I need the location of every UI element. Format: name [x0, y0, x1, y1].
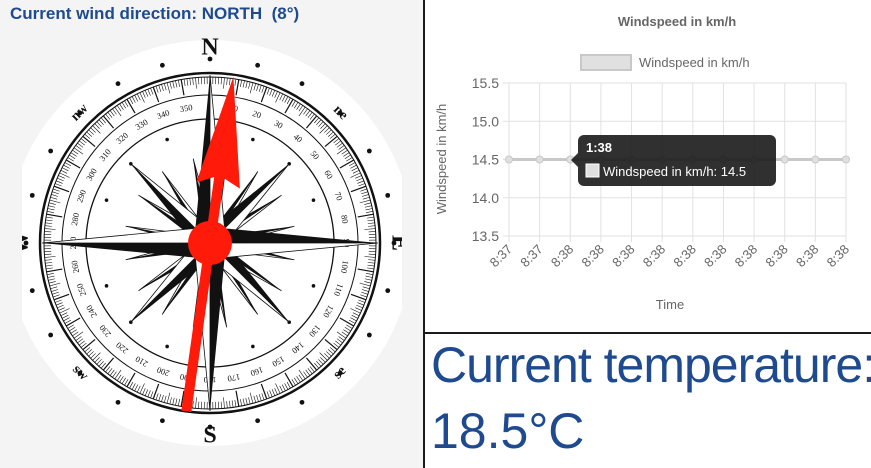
y-tick-label: 14.0	[472, 190, 499, 206]
compass-dot	[159, 418, 165, 424]
chart-tooltip: 1:38 Windspeed in km/h: 14.5	[571, 135, 776, 186]
data-point[interactable]	[842, 155, 850, 164]
x-axis-label: Time	[656, 297, 684, 312]
x-tick-label: 8:38	[793, 242, 822, 271]
compass-inner-dot	[104, 198, 109, 202]
cardinal-south: S	[203, 423, 216, 449]
compass-dot	[159, 62, 165, 68]
y-tick-label: 13.5	[472, 228, 499, 244]
legend-label: Windspeed in km/h	[639, 55, 750, 70]
x-axis-ticks: 8:37 8:37 8:38 8:38 8:38 8:38 8:38 8:38 8:38 8:38…	[487, 242, 853, 271]
compass-dot	[385, 288, 391, 294]
degree-label: 80	[339, 214, 350, 224]
compass-dot	[385, 192, 391, 198]
compass-dot	[366, 332, 372, 338]
cardinal-east: E	[386, 235, 402, 251]
compass-inner-dot	[165, 344, 169, 349]
data-point[interactable]	[535, 155, 544, 164]
x-tick-label: 8:38	[701, 242, 730, 271]
x-tick-label: 8:38	[609, 242, 638, 271]
tooltip-title: 1:38	[586, 140, 612, 155]
compass-dot	[115, 81, 121, 87]
compass-dot	[299, 81, 305, 87]
cardinal-north: N	[201, 36, 219, 61]
x-tick-label: 8:38	[762, 242, 791, 271]
y-tick-label: 14.5	[472, 152, 499, 168]
x-tick-label: 8:38	[670, 242, 699, 271]
compass-dot	[255, 62, 261, 68]
compass-dot	[29, 192, 35, 198]
x-tick-label: 8:38	[732, 242, 761, 271]
windspeed-chart[interactable]: Windspeed in km/h Windspeed in km/h Wind…	[425, 0, 871, 332]
temperature-value: 18.5°C	[431, 403, 585, 459]
compass-inner-dot	[311, 284, 316, 288]
tooltip-caret	[571, 153, 578, 167]
wind-direction-title: Current wind direction: NORTH (8°)	[10, 4, 300, 23]
x-tick-label: 8:38	[548, 242, 577, 271]
temperature-panel: Current temperature: 18.5°C	[425, 334, 871, 468]
y-axis-ticks: 15.5 15.0 14.5 14.0 13.5	[472, 75, 499, 244]
wind-direction-panel: Current wind direction: NORTH (8°) 10203…	[0, 0, 423, 468]
chart-legend[interactable]: Windspeed in km/h	[580, 54, 750, 71]
tooltip-swatch	[585, 163, 600, 178]
data-point[interactable]	[780, 155, 789, 164]
x-tick-label: 8:38	[579, 242, 608, 271]
compass-inner-dot	[165, 137, 169, 142]
y-tick-label: 15.0	[472, 113, 499, 129]
tooltip-label: Windspeed in km/h: 14.5	[603, 164, 746, 179]
chart-title: Windspeed in km/h	[618, 14, 736, 29]
compass-inner-dot	[311, 198, 316, 202]
compass-dot	[366, 148, 372, 154]
temperature-label: Current temperature:	[431, 337, 871, 393]
data-point[interactable]	[811, 155, 820, 164]
data-point[interactable]	[505, 155, 513, 164]
compass-dot	[115, 399, 121, 405]
compass-dot	[299, 399, 305, 405]
windspeed-chart-panel: Windspeed in km/h Windspeed in km/h Wind…	[425, 0, 871, 332]
x-tick-label: 8:37	[517, 242, 546, 271]
x-tick-label: 8:38	[640, 242, 669, 271]
compass-dot	[48, 332, 54, 338]
x-tick-label: 8:37	[487, 242, 516, 271]
compass-inner-dot	[104, 284, 109, 288]
x-tick-label: 8:38	[824, 242, 853, 271]
legend-swatch	[580, 54, 632, 71]
compass-dot	[29, 288, 35, 294]
needle-hub	[188, 221, 232, 265]
cardinal-west: W	[22, 231, 34, 255]
y-axis-label: Windspeed in km/h	[434, 104, 449, 215]
compass-dot	[255, 418, 261, 424]
compass-rose: 1020304050607080901001101201301401501601…	[22, 36, 402, 449]
compass-dot	[48, 148, 54, 154]
y-tick-label: 15.5	[472, 75, 499, 91]
compass-inner-dot	[251, 344, 255, 349]
compass-inner-dot	[251, 137, 255, 142]
